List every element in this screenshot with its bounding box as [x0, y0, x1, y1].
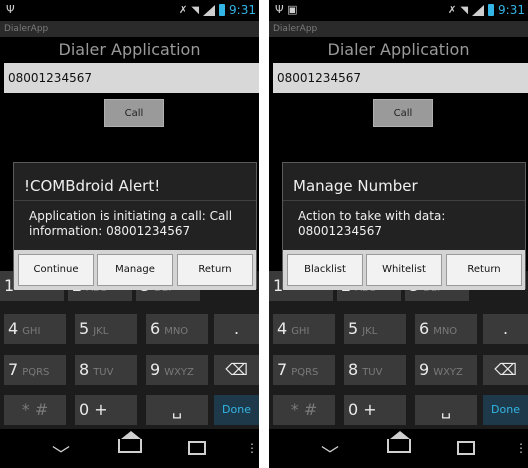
return-button[interactable]: Return — [177, 254, 253, 286]
signal-icon — [472, 4, 485, 16]
vibrate-icon: ✗ — [447, 4, 457, 16]
key-5[interactable]: 5 JKL — [75, 314, 137, 344]
key-0[interactable]: 0 + — [344, 395, 406, 425]
battery-icon — [488, 4, 495, 16]
dialog-button-bar: Blacklist Whitelist Return — [283, 250, 525, 290]
continue-button[interactable]: Continue — [18, 254, 94, 286]
phone-number-input[interactable]: 08001234567 — [4, 63, 259, 93]
dialog-message: Action to take with data: 08001234567 — [298, 209, 446, 238]
menu-icon[interactable]: ⋮ — [515, 441, 527, 455]
navigation-bar: ﹀ ⋮ — [269, 429, 528, 468]
phone-screen-right: Ψ ▣ ✗ ◥ 9:31 DialerApp Dialer Applicatio… — [269, 0, 528, 468]
key-7[interactable]: 7 PQRS — [4, 355, 66, 385]
manage-number-dialog: Manage Number Action to take with data: … — [282, 162, 526, 290]
wifi-icon: ◥ — [191, 4, 200, 16]
key-8[interactable]: 8 TUV — [344, 355, 406, 385]
phone-screen-left: Ψ ✗ ◥ 9:31 DialerApp Dialer Application … — [0, 0, 259, 468]
status-time: 9:31 — [229, 3, 256, 17]
dialog-divider — [14, 200, 256, 201]
key-0[interactable]: 0 + — [75, 395, 137, 425]
status-time: 9:31 — [498, 3, 525, 17]
key-star-hash[interactable]: * # — [4, 395, 66, 425]
blacklist-button[interactable]: Blacklist — [287, 254, 363, 286]
key-star-hash[interactable]: * # — [273, 395, 335, 425]
keypad: 1 2ABC 3DEF 4GHI 5JKL 6MNO . 7PQRS 8TUV … — [269, 271, 528, 429]
page-title: Dialer Application — [58, 40, 201, 59]
call-button[interactable]: Call — [104, 99, 164, 127]
status-bar: Ψ ✗ ◥ 9:31 — [0, 0, 259, 21]
space-key[interactable]: ␣ — [415, 395, 477, 425]
page-title: Dialer Application — [327, 40, 470, 59]
vibrate-icon: ✗ — [178, 4, 188, 16]
whitelist-button[interactable]: Whitelist — [366, 254, 442, 286]
return-button[interactable]: Return — [446, 254, 522, 286]
battery-icon — [219, 4, 226, 16]
back-icon[interactable]: ﹀ — [321, 441, 339, 467]
signal-icon — [203, 4, 216, 16]
done-button[interactable]: Done — [483, 395, 528, 425]
key-dot[interactable]: . — [483, 314, 528, 344]
key-7[interactable]: 7 PQRS — [273, 355, 335, 385]
home-icon[interactable] — [387, 431, 411, 453]
key-dot[interactable]: . — [214, 314, 259, 344]
done-button[interactable]: Done — [214, 395, 259, 425]
app-title-bar: DialerApp — [0, 21, 259, 37]
dialog-title: Manage Number — [293, 177, 418, 195]
dialog-message: Application is initiating a call: Call i… — [29, 209, 233, 238]
dialog-divider — [283, 200, 525, 201]
key-4[interactable]: 4 GHI — [273, 314, 335, 344]
menu-icon[interactable]: ⋮ — [246, 441, 258, 455]
home-icon[interactable] — [118, 431, 142, 453]
key-9[interactable]: 9 WXYZ — [146, 355, 208, 385]
call-button[interactable]: Call — [373, 99, 433, 127]
alert-dialog: !COMBdroid Alert! Application is initiat… — [13, 162, 257, 290]
key-8[interactable]: 8 TUV — [75, 355, 137, 385]
recent-apps-icon[interactable] — [188, 441, 206, 455]
key-4[interactable]: 4 GHI — [4, 314, 66, 344]
key-9[interactable]: 9 WXYZ — [415, 355, 477, 385]
space-key[interactable]: ␣ — [146, 395, 208, 425]
key-5[interactable]: 5 JKL — [344, 314, 406, 344]
usb-icon: Ψ ▣ — [275, 3, 298, 16]
app-title-bar: DialerApp — [269, 21, 528, 37]
backspace-icon[interactable]: ⌫ — [214, 355, 259, 385]
wifi-icon: ◥ — [460, 4, 469, 16]
backspace-icon[interactable]: ⌫ — [483, 355, 528, 385]
navigation-bar: ﹀ ⋮ — [0, 429, 259, 468]
dialog-title: !COMBdroid Alert! — [24, 177, 161, 195]
keypad: 1 2ABC 3DEF 4GHI 5JKL 6MNO . 7PQRS 8TUV … — [0, 271, 259, 429]
manage-button[interactable]: Manage — [97, 254, 173, 286]
key-6[interactable]: 6 MNO — [146, 314, 208, 344]
key-6[interactable]: 6 MNO — [415, 314, 477, 344]
back-icon[interactable]: ﹀ — [52, 441, 70, 467]
status-bar: Ψ ▣ ✗ ◥ 9:31 — [269, 0, 528, 21]
phone-number-input[interactable]: 08001234567 — [273, 63, 528, 93]
recent-apps-icon[interactable] — [457, 441, 475, 455]
usb-icon: Ψ — [6, 3, 15, 16]
dialog-button-bar: Continue Manage Return — [14, 250, 256, 290]
